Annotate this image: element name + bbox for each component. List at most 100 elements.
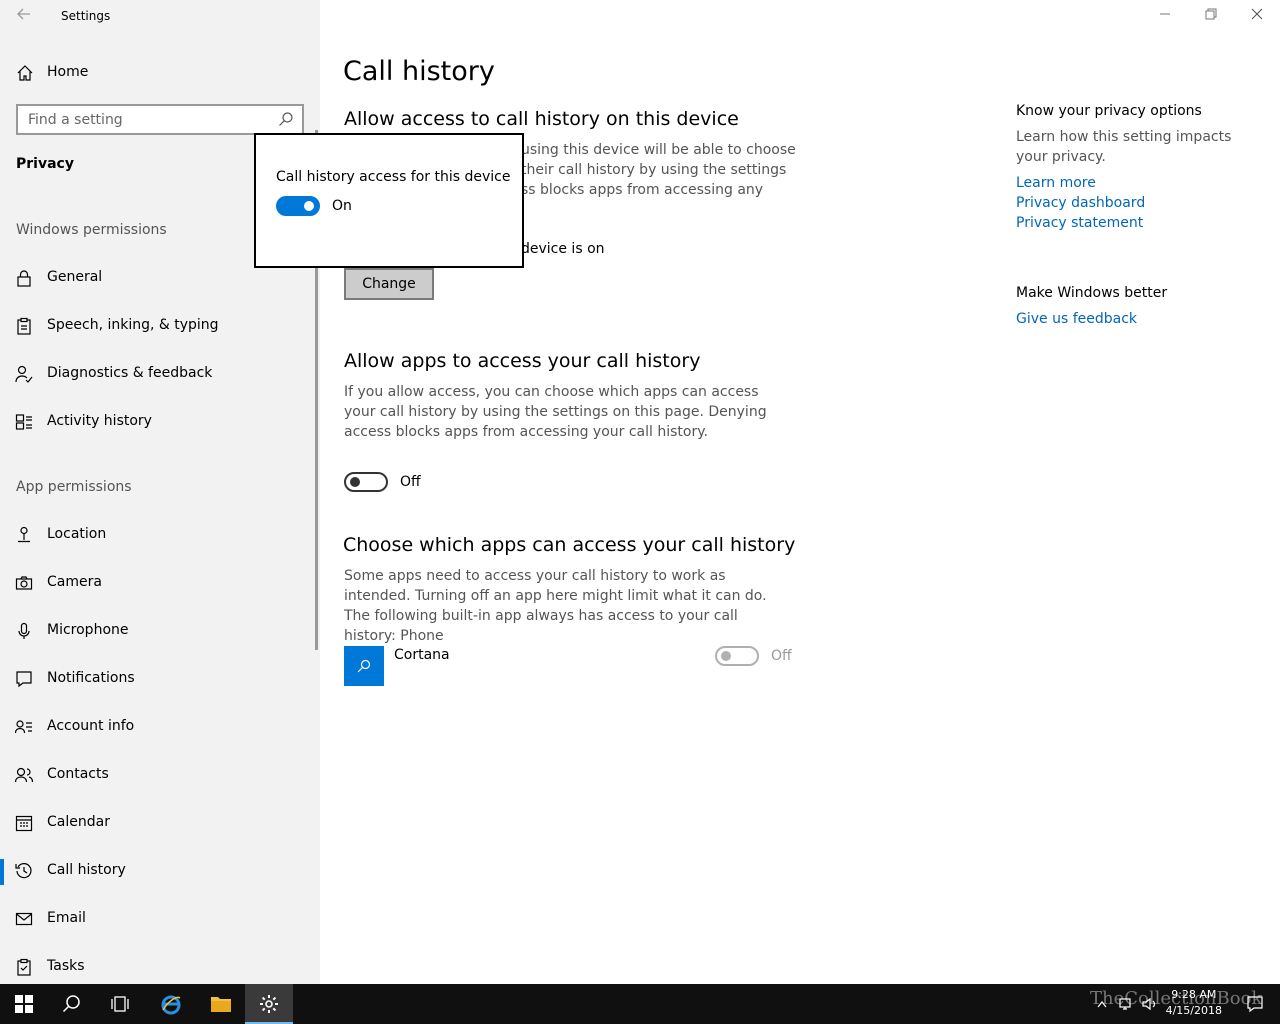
system-clock[interactable]: 9:28 AM 4/15/2018 [1166, 987, 1222, 1019]
sidebar-item-activity-history[interactable]: Activity history [0, 402, 316, 442]
change-button[interactable]: Change [344, 268, 434, 300]
section1-body-line: their call history by using the settings [521, 162, 787, 178]
camera-icon [15, 576, 33, 590]
section1-body-line: ss blocks apps from accessing any [521, 182, 764, 198]
task-view-button[interactable] [96, 984, 144, 1024]
sidebar-item-account-info[interactable]: Account info [0, 707, 316, 747]
internet-explorer-button[interactable] [146, 984, 194, 1024]
action-center-icon[interactable] [1246, 995, 1264, 1013]
search-icon [62, 995, 80, 1013]
search-input[interactable] [18, 106, 268, 133]
sidebar-item-label: Contacts [47, 766, 109, 782]
home-nav-item[interactable]: Home [0, 56, 320, 90]
notification-icon [16, 671, 32, 688]
system-tray-icons[interactable] [1095, 996, 1165, 1012]
sidebar-item-label: Email [47, 910, 86, 926]
contacts-icon [15, 767, 33, 783]
privacy-statement-link[interactable]: Privacy statement [1016, 213, 1266, 233]
privacy-dashboard-link[interactable]: Privacy dashboard [1016, 193, 1266, 213]
minimize-button[interactable] [1142, 0, 1188, 32]
sidebar-item-tasks[interactable]: Tasks [0, 947, 316, 987]
sidebar-item-location[interactable]: Location [0, 515, 316, 555]
sidebar-item-contacts[interactable]: Contacts [0, 755, 316, 795]
privacy-options-heading: Know your privacy options [1016, 103, 1202, 119]
close-icon [1251, 8, 1263, 20]
section3-body: Some apps need to access your call histo… [344, 568, 767, 644]
title-bar: Settings [0, 0, 320, 32]
sidebar-item-diagnostics[interactable]: Diagnostics & feedback [0, 354, 316, 394]
back-arrow-icon [17, 8, 30, 20]
sidebar-item-label: Account info [47, 718, 135, 734]
apps-access-toggle[interactable] [344, 472, 388, 492]
sidebar-item-label: Activity history [47, 413, 152, 429]
sidebar-item-label: Speech, inking, & typing [47, 317, 219, 333]
privacy-options-text: Learn how this setting impacts your priv… [1016, 129, 1232, 165]
calendar-icon [15, 815, 33, 832]
sidebar-item-microphone[interactable]: Microphone [0, 611, 316, 651]
device-access-popup: Call history access for this device On [254, 133, 524, 268]
gear-icon [260, 995, 278, 1013]
clock-time: 9:28 AM [1171, 988, 1217, 1001]
windows-logo-icon [15, 995, 33, 1013]
sidebar-item-label: Camera [47, 574, 102, 590]
privacy-options-panel: Know your privacy options Learn how this… [1016, 103, 1266, 233]
location-icon [18, 526, 30, 543]
toggle-knob [350, 477, 360, 487]
sidebar-item-label: Tasks [47, 958, 85, 974]
activity-history-icon [15, 414, 32, 430]
cortana-toggle-label: Off [771, 648, 792, 664]
settings-taskbar-button[interactable] [245, 984, 293, 1024]
email-icon [15, 912, 33, 926]
maximize-icon [1205, 8, 1217, 20]
app-permissions-label: App permissions [16, 479, 132, 495]
feedback-panel: Make Windows better Give us feedback [1016, 285, 1167, 329]
feedback-heading: Make Windows better [1016, 285, 1168, 301]
search-icon[interactable] [278, 111, 294, 127]
section1-body: using this device will be able to choose… [521, 140, 821, 200]
account-info-icon [15, 720, 32, 734]
device-access-toggle-label: On [332, 198, 352, 214]
sidebar-item-call-history[interactable]: Call history [0, 851, 316, 891]
start-button[interactable] [0, 984, 48, 1024]
app-title: Settings [61, 9, 111, 23]
cortana-toggle[interactable] [715, 646, 759, 666]
sidebar-item-label: Microphone [47, 622, 129, 638]
sidebar-item-speech[interactable]: Speech, inking, & typing [0, 306, 316, 346]
section-title-privacy: Privacy [16, 156, 74, 172]
sidebar-item-calendar[interactable]: Calendar [0, 803, 316, 843]
taskbar-search-button[interactable] [48, 984, 96, 1024]
cortana-app-name: Cortana [394, 647, 450, 663]
file-explorer-button[interactable] [196, 984, 244, 1024]
sidebar-item-camera[interactable]: Camera [0, 563, 316, 603]
sidebar-item-label: Calendar [47, 814, 110, 830]
learn-more-link[interactable]: Learn more [1016, 173, 1266, 193]
maximize-button[interactable] [1188, 0, 1234, 32]
sidebar-item-email[interactable]: Email [0, 899, 316, 939]
person-feedback-icon [15, 365, 33, 383]
section1-status: device is on [521, 241, 605, 257]
cortana-search-icon [357, 659, 371, 673]
sidebar-item-notifications[interactable]: Notifications [0, 659, 316, 699]
give-feedback-link[interactable]: Give us feedback [1016, 309, 1167, 329]
section1-heading: Allow access to call history on this dev… [344, 108, 739, 130]
internet-explorer-icon [161, 995, 181, 1015]
device-access-toggle[interactable] [276, 196, 320, 216]
close-button[interactable] [1234, 0, 1280, 32]
taskbar: TheCollectionBook 9:28 AM 4/15/2018 [0, 984, 1280, 1024]
home-icon [17, 65, 33, 81]
minimize-icon [1160, 13, 1170, 15]
clock-date: 4/15/2018 [1165, 1004, 1222, 1017]
sidebar-item-label: General [47, 269, 103, 285]
section3-heading: Choose which apps can access your call h… [343, 534, 796, 556]
sidebar-item-label: Call history [47, 862, 126, 878]
section2-body: If you allow access, you can choose whic… [344, 384, 767, 440]
back-button[interactable] [12, 6, 36, 26]
section1-body-line: using this device will be able to choose [521, 142, 796, 158]
clipboard-icon [17, 317, 31, 335]
lock-icon [17, 270, 31, 287]
sidebar-item-label: Notifications [47, 670, 135, 686]
search-box[interactable] [16, 104, 304, 135]
cortana-app-tile [344, 646, 384, 686]
toggle-knob [721, 651, 731, 661]
task-view-icon [111, 996, 129, 1012]
